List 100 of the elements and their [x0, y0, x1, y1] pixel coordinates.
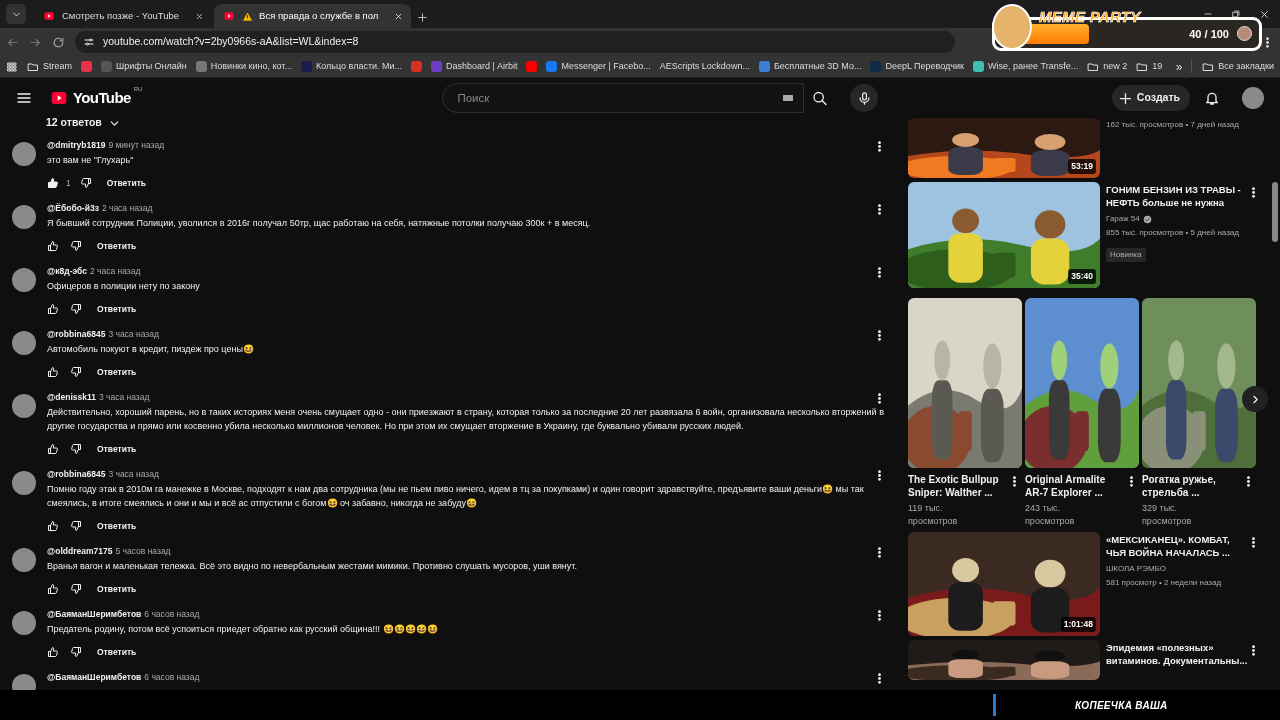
like-icon[interactable]	[47, 177, 59, 189]
dislike-icon[interactable]	[79, 177, 92, 189]
folder-icon	[1087, 60, 1100, 73]
like-icon[interactable]	[47, 646, 59, 658]
comment-time[interactable]: 5 часов назад	[115, 545, 171, 558]
short-title[interactable]: Original Armalite AR-7 Explorer ...	[1025, 473, 1125, 499]
avatar[interactable]	[1242, 87, 1264, 109]
short-title[interactable]: Рогатка ружье, стрельба ...	[1142, 473, 1242, 499]
comment-time[interactable]: 3 часа назад	[108, 328, 159, 341]
bookmark[interactable]: Бесплатные 3D Мо...	[758, 59, 862, 74]
close-icon[interactable]	[195, 11, 205, 21]
favicon-icon[interactable]	[411, 61, 423, 72]
comment-time[interactable]: 2 часа назад	[89, 265, 141, 278]
favicon-icon[interactable]	[526, 61, 538, 72]
reply-button[interactable]: Ответить	[97, 582, 137, 596]
avatar[interactable]	[12, 611, 36, 635]
like-icon[interactable]	[47, 443, 59, 455]
bookmark[interactable]: Stream	[27, 59, 72, 74]
comment-time[interactable]: 9 минут назад	[108, 139, 165, 152]
menu-icon[interactable]	[16, 90, 32, 106]
comment-author[interactable]: @к8д-эбс	[47, 265, 87, 278]
favicon-icon[interactable]	[81, 61, 92, 72]
bookmark[interactable]: Dashboard | Airbit	[431, 59, 518, 74]
bookmark[interactable]: Шрифты Онлайн	[101, 59, 187, 74]
like-icon[interactable]	[47, 583, 59, 595]
dislike-icon[interactable]	[70, 303, 82, 315]
avatar[interactable]	[12, 548, 36, 572]
comment-time[interactable]: 3 часа назад	[108, 468, 159, 481]
replies-toggle[interactable]: 12 ответов	[46, 118, 896, 130]
bookmark[interactable]: Кольцо власти. Ми...	[301, 59, 403, 74]
close-icon[interactable]	[1259, 8, 1270, 20]
comment-author[interactable]: @dmitryb1819	[47, 139, 106, 152]
comment-author[interactable]: @robbina6845	[47, 328, 106, 341]
tab-list-button[interactable]	[6, 4, 26, 24]
dislike-icon[interactable]	[70, 520, 82, 532]
avatar[interactable]	[12, 394, 36, 418]
reply-button[interactable]: Ответить	[97, 302, 137, 316]
comment-time[interactable]: 3 часа назад	[98, 391, 150, 404]
avatar[interactable]	[12, 142, 36, 166]
all-bookmarks[interactable]: Все закладки	[1191, 59, 1274, 74]
keyboard-icon[interactable]	[782, 92, 795, 104]
reply-button[interactable]: Ответить	[97, 365, 137, 379]
channel-name[interactable]: Гараж 54	[1106, 212, 1140, 226]
bookmark[interactable]: AEScripts Lockdown...	[659, 59, 750, 74]
reply-button[interactable]: Ответить	[97, 645, 137, 659]
video-title[interactable]: «МЕКСИКАНЕЦ». КОМБАТ, ЧЬЯ ВОЙНА НАЧАЛАСЬ ...	[1106, 533, 1250, 559]
restore-icon[interactable]	[1231, 8, 1241, 19]
comment-author[interactable]: @БаяманШеримбетов	[47, 671, 142, 684]
dislike-icon[interactable]	[70, 240, 82, 252]
next-button[interactable]	[1242, 386, 1268, 412]
avatar[interactable]	[12, 268, 36, 292]
comment-author[interactable]: @olddream7175	[47, 545, 113, 558]
comment-author[interactable]: @Ёбобо-й3з	[47, 202, 99, 215]
reply-button[interactable]: Ответить	[97, 239, 137, 253]
dislike-icon[interactable]	[70, 366, 82, 378]
youtube-logo[interactable]: YouTube $^{RU}$	[48, 86, 143, 110]
comment-author[interactable]: @robbina6845	[47, 468, 106, 481]
comment-text: Автомобиль покуют в кредит, пиздеж про цены😆	[47, 343, 255, 356]
avatar[interactable]	[12, 205, 36, 229]
comment-author[interactable]: @denissk11	[47, 391, 96, 404]
comment-author[interactable]: @БаяманШеримбетов	[47, 608, 142, 621]
channel-name[interactable]: ШКОЛА РЭМБО	[1106, 562, 1166, 576]
bookmark[interactable]: Wise, ранее Transfe...	[973, 59, 1079, 74]
bookmark[interactable]: 19	[1136, 59, 1163, 74]
bookmark[interactable]: Новинки кино, кот...	[195, 59, 292, 74]
like-icon[interactable]	[47, 240, 59, 252]
video-title[interactable]: ГОНИМ БЕНЗИН ИЗ ТРАВЫ - НЕФТЬ больше не нужна	[1106, 183, 1250, 209]
comment-time[interactable]: 6 часов назад	[144, 671, 200, 684]
avatar[interactable]	[12, 471, 36, 495]
apps-icon[interactable]	[6, 60, 18, 73]
browser-tab[interactable]: Вся правда о службе в пол	[214, 4, 412, 28]
short-title[interactable]: The Exotic Bullpup Sniper: Walther ...	[908, 473, 1008, 499]
like-icon[interactable]	[47, 303, 59, 315]
bookmark[interactable]: new 2	[1087, 59, 1128, 74]
like-icon[interactable]	[47, 520, 59, 532]
comment-time[interactable]: 2 часа назад	[101, 202, 153, 215]
reply-button[interactable]: Ответить	[97, 442, 137, 456]
browser-tab[interactable]: Смотреть позже - YouTube	[34, 4, 213, 28]
close-icon[interactable]	[394, 11, 404, 21]
dislike-icon[interactable]	[70, 583, 82, 595]
reply-button[interactable]: Ответить	[97, 519, 137, 533]
site-settings-icon[interactable]	[83, 36, 95, 48]
like-icon[interactable]	[47, 366, 59, 378]
more-bookmarks-button[interactable]: »	[1175, 57, 1183, 76]
new-tab-icon[interactable]	[417, 12, 429, 23]
reload-icon[interactable]	[52, 35, 65, 49]
bookmark[interactable]: Messenger | Facebo...	[546, 59, 651, 74]
search-field[interactable]: Поиск	[442, 83, 805, 113]
comment-time[interactable]: 6 часов назад	[144, 608, 200, 621]
bell-icon[interactable]	[1204, 90, 1220, 106]
reply-button[interactable]: Ответить	[106, 176, 146, 190]
bookmark[interactable]: DeepL Переводчик	[870, 59, 964, 74]
video-title[interactable]: Эпидемия «полезных» витаминов. Документальны...	[1106, 641, 1250, 667]
create-button[interactable]: Создать	[1111, 85, 1190, 111]
dislike-icon[interactable]	[70, 443, 82, 455]
mic-button[interactable]	[850, 84, 879, 112]
dislike-icon[interactable]	[70, 646, 82, 658]
address-bar[interactable]: youtube.com/watch?v=2by0966s-aA&list=WL&index=8	[75, 31, 955, 53]
scrollbar-thumb[interactable]	[1272, 182, 1278, 242]
avatar[interactable]	[12, 331, 36, 355]
